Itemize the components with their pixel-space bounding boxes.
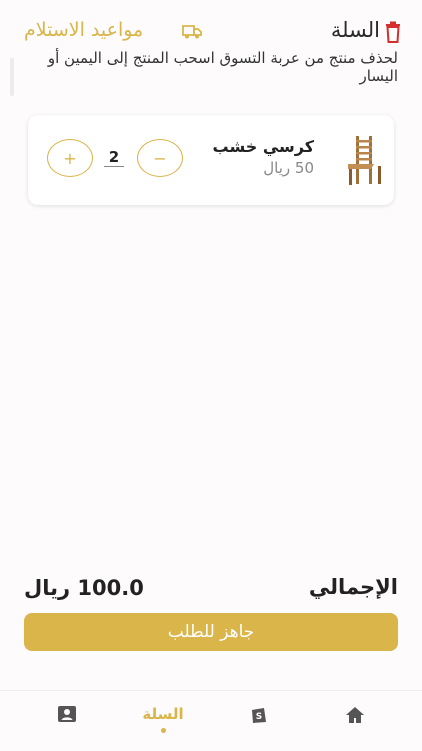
truck-icon[interactable] [182, 23, 202, 39]
scroll-indicator [10, 58, 14, 96]
nav-home[interactable] [325, 705, 385, 745]
quantity-value: 2 [104, 149, 124, 167]
ready-to-order-button[interactable]: جاهز للطلب [24, 613, 398, 651]
shopping-bag-icon: S [252, 708, 266, 723]
page-title: السلة [330, 18, 380, 42]
app-header: السلة مواعيد الاستلام [0, 18, 422, 48]
nav-cart[interactable]: السلة [133, 705, 193, 745]
trash-icon[interactable] [384, 21, 402, 43]
nav-profile[interactable] [37, 705, 97, 745]
total-value: 100.0 ريال [24, 576, 144, 600]
cart-item-card[interactable]: كرسي خشب 50 ريال − 2 + [28, 115, 394, 205]
product-name: كرسي خشب [212, 137, 315, 156]
swipe-hint: لحذف منتج من عربة التسوق اسحب المنتج إلى… [47, 49, 398, 85]
chair-thumbnail [348, 136, 381, 185]
decrease-quantity-button[interactable]: − [137, 139, 183, 177]
svg-text:S: S [256, 712, 262, 722]
profile-icon [58, 706, 76, 722]
active-indicator [160, 728, 166, 733]
total-label: الإجمالي [308, 575, 398, 599]
product-price: 50 ريال [263, 159, 314, 177]
nav-cart-label: السلة [142, 705, 184, 723]
home-icon [346, 707, 364, 723]
nav-store[interactable]: S [229, 705, 289, 745]
increase-quantity-button[interactable]: + [47, 139, 93, 177]
pickup-times-link[interactable]: مواعيد الاستلام [24, 19, 143, 41]
bottom-navigation: S السلة [0, 690, 422, 751]
